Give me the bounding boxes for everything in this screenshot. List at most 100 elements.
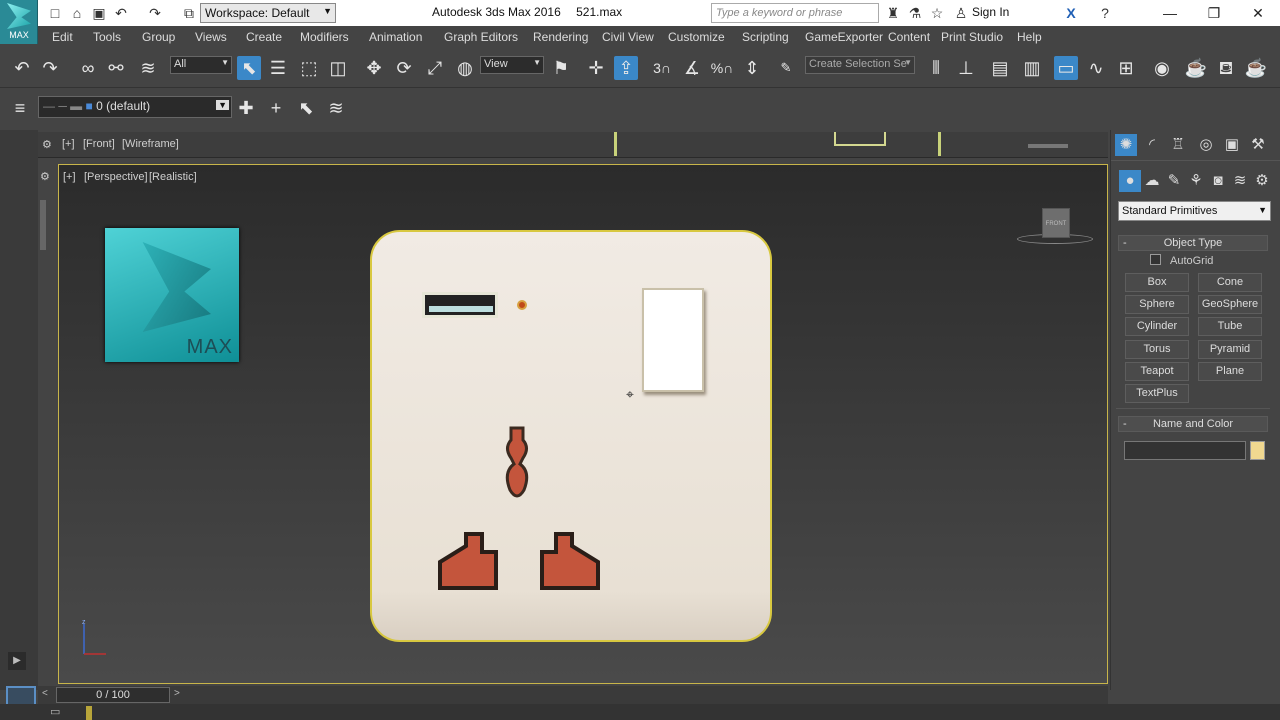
front-viewport-plus-menu[interactable]: [+] [62, 138, 75, 150]
modify-tab-icon[interactable]: ◜ [1141, 134, 1163, 156]
helpers-icon[interactable]: ◙ [1207, 170, 1229, 192]
place-icon[interactable]: ◍ [453, 56, 477, 80]
selection-filter-dropdown[interactable]: All ▼ [170, 56, 232, 74]
systems-icon[interactable]: ⚙ [1251, 170, 1273, 192]
sign-in-link[interactable]: Sign In [972, 5, 1009, 19]
render-production-icon[interactable]: ☕ [1244, 56, 1268, 80]
keyboard-shortcut-icon[interactable]: ⇪ [614, 56, 638, 80]
torus-button[interactable]: Torus [1125, 340, 1189, 359]
expand-icon[interactable]: ▶ [8, 652, 26, 670]
create-tab-icon[interactable]: ✺ [1115, 134, 1137, 156]
tube-button[interactable]: Tube [1198, 317, 1262, 336]
front-viewport[interactable]: ⚙ [+] [Front] [Wireframe] [38, 132, 1108, 158]
undo-icon[interactable]: ↶ [10, 56, 34, 80]
menu-animation[interactable]: Animation [369, 30, 422, 44]
scale-icon[interactable]: ⤢ [423, 56, 447, 80]
spinner-snap-icon[interactable]: ⇕ [740, 56, 764, 80]
teapot-button[interactable]: Teapot [1125, 362, 1189, 381]
close-icon[interactable]: ✕ [1238, 2, 1278, 24]
select-manipulate-icon[interactable]: ✛ [584, 56, 608, 80]
menu-content[interactable]: Content [888, 30, 930, 44]
cone-button[interactable]: Cone [1198, 273, 1262, 292]
socket-model[interactable] [370, 230, 772, 642]
menu-gameexporter[interactable]: GameExporter [805, 30, 883, 44]
track-bar-icon[interactable]: ▭ [50, 705, 60, 718]
name-and-color-rollout-header[interactable]: - Name and Color [1118, 416, 1268, 432]
menu-help[interactable]: Help [1017, 30, 1042, 44]
render-frame-icon[interactable]: ⛾ [1214, 56, 1238, 80]
minimize-icon[interactable]: — [1150, 2, 1190, 24]
object-name-field[interactable] [1124, 441, 1246, 460]
hierarchy-tab-icon[interactable]: ♖ [1167, 134, 1189, 156]
time-slider[interactable]: 0 / 100 [56, 687, 170, 703]
maximize-icon[interactable]: ❐ [1194, 2, 1234, 24]
set-current-layer-icon[interactable]: ≋ [324, 96, 348, 120]
named-selection-set-dropdown[interactable]: Create Selection Se ▼ [805, 56, 915, 74]
link-icon[interactable]: ∞ [76, 56, 100, 80]
menu-edit[interactable]: Edit [52, 30, 73, 44]
geometry-icon[interactable]: ● [1119, 170, 1141, 192]
binoculars-icon[interactable]: ♜ [884, 4, 902, 22]
select-in-layer-icon[interactable]: ⬉ [294, 96, 318, 120]
exchange-icon[interactable]: X [1062, 4, 1080, 22]
unlink-icon[interactable]: ⚯ [104, 56, 128, 80]
redo-icon[interactable]: ↷ [146, 4, 164, 22]
save-file-icon[interactable]: ▣ [90, 4, 108, 22]
menu-rendering[interactable]: Rendering [533, 30, 588, 44]
time-slider-prev-icon[interactable]: < [42, 688, 48, 699]
viewport-menu-icon[interactable]: ⚙ [40, 170, 50, 183]
project-folder-icon[interactable]: ⧉ [180, 4, 198, 22]
object-color-swatch[interactable] [1250, 441, 1265, 460]
cylinder-button[interactable]: Cylinder [1125, 317, 1189, 336]
cameras-icon[interactable]: ⚘ [1185, 170, 1207, 192]
scroll-handle[interactable] [40, 200, 46, 250]
menu-civil-view[interactable]: Civil View [602, 30, 654, 44]
selection-region-icon[interactable]: ⬚ [297, 56, 321, 80]
bind-space-warp-icon[interactable]: ≋ [136, 56, 160, 80]
align-icon[interactable]: ⊥ [954, 56, 978, 80]
motion-tab-icon[interactable]: ◎ [1195, 134, 1217, 156]
box-button[interactable]: Box [1125, 273, 1189, 292]
viewcube[interactable]: FRONT [1042, 208, 1070, 238]
create-layer-icon[interactable]: ✚ [234, 96, 258, 120]
display-tab-icon[interactable]: ▣ [1221, 134, 1243, 156]
schematic-view-icon[interactable]: ⊞ [1114, 56, 1138, 80]
toggle-ribbon-icon[interactable]: ▭ [1054, 56, 1078, 80]
layer-explorer-icon[interactable]: ▥ [1020, 56, 1044, 80]
perspective-viewport-shading[interactable]: [Realistic] [149, 171, 197, 183]
menu-print-studio[interactable]: Print Studio [941, 30, 1003, 44]
mirror-icon[interactable]: ⫴ [924, 56, 948, 80]
app-logo-button[interactable]: MAX [0, 0, 38, 44]
render-setup-icon[interactable]: ☕ [1184, 56, 1208, 80]
time-slider-next-icon[interactable]: > [174, 688, 180, 699]
add-to-layer-icon[interactable]: + [264, 96, 288, 120]
communication-icon[interactable]: ⚗ [906, 4, 924, 22]
workspace-dropdown[interactable]: Workspace: Default ▼ [200, 3, 336, 23]
angle-snap-icon[interactable]: ∡ [680, 56, 704, 80]
undo-icon[interactable]: ↶ [112, 4, 130, 22]
select-object-icon[interactable]: ⬉ [237, 56, 261, 80]
utilities-tab-icon[interactable]: ⚒ [1247, 134, 1269, 156]
front-viewport-point-of-view[interactable]: [Front] [83, 138, 115, 150]
percent-snap-icon[interactable]: %∩ [710, 56, 734, 80]
perspective-viewport-point-of-view[interactable]: [Perspective] [84, 171, 148, 183]
reference-coordinate-dropdown[interactable]: View ▼ [480, 56, 544, 74]
autogrid-checkbox[interactable] [1150, 254, 1161, 265]
open-file-icon[interactable]: ⌂ [68, 4, 86, 22]
window-crossing-icon[interactable]: ◫ [326, 56, 350, 80]
pivot-center-icon[interactable]: ⚑ [549, 56, 573, 80]
menu-group[interactable]: Group [142, 30, 175, 44]
object-type-rollout-header[interactable]: - Object Type [1118, 235, 1268, 251]
new-file-icon[interactable]: □ [46, 4, 64, 22]
geosphere-button[interactable]: GeoSphere [1198, 295, 1262, 314]
menu-modifiers[interactable]: Modifiers [300, 30, 349, 44]
viewport-menu-icon[interactable]: ⚙ [42, 138, 52, 151]
front-viewport-shading[interactable]: [Wireframe] [122, 138, 179, 150]
perspective-viewport-plus-menu[interactable]: [+] [63, 171, 76, 183]
shapes-icon[interactable]: ☁ [1141, 170, 1163, 192]
curve-editor-icon[interactable]: ∿ [1084, 56, 1108, 80]
menu-customize[interactable]: Customize [668, 30, 725, 44]
menu-graph-editors[interactable]: Graph Editors [444, 30, 518, 44]
rotate-icon[interactable]: ⟳ [392, 56, 416, 80]
menu-tools[interactable]: Tools [93, 30, 121, 44]
